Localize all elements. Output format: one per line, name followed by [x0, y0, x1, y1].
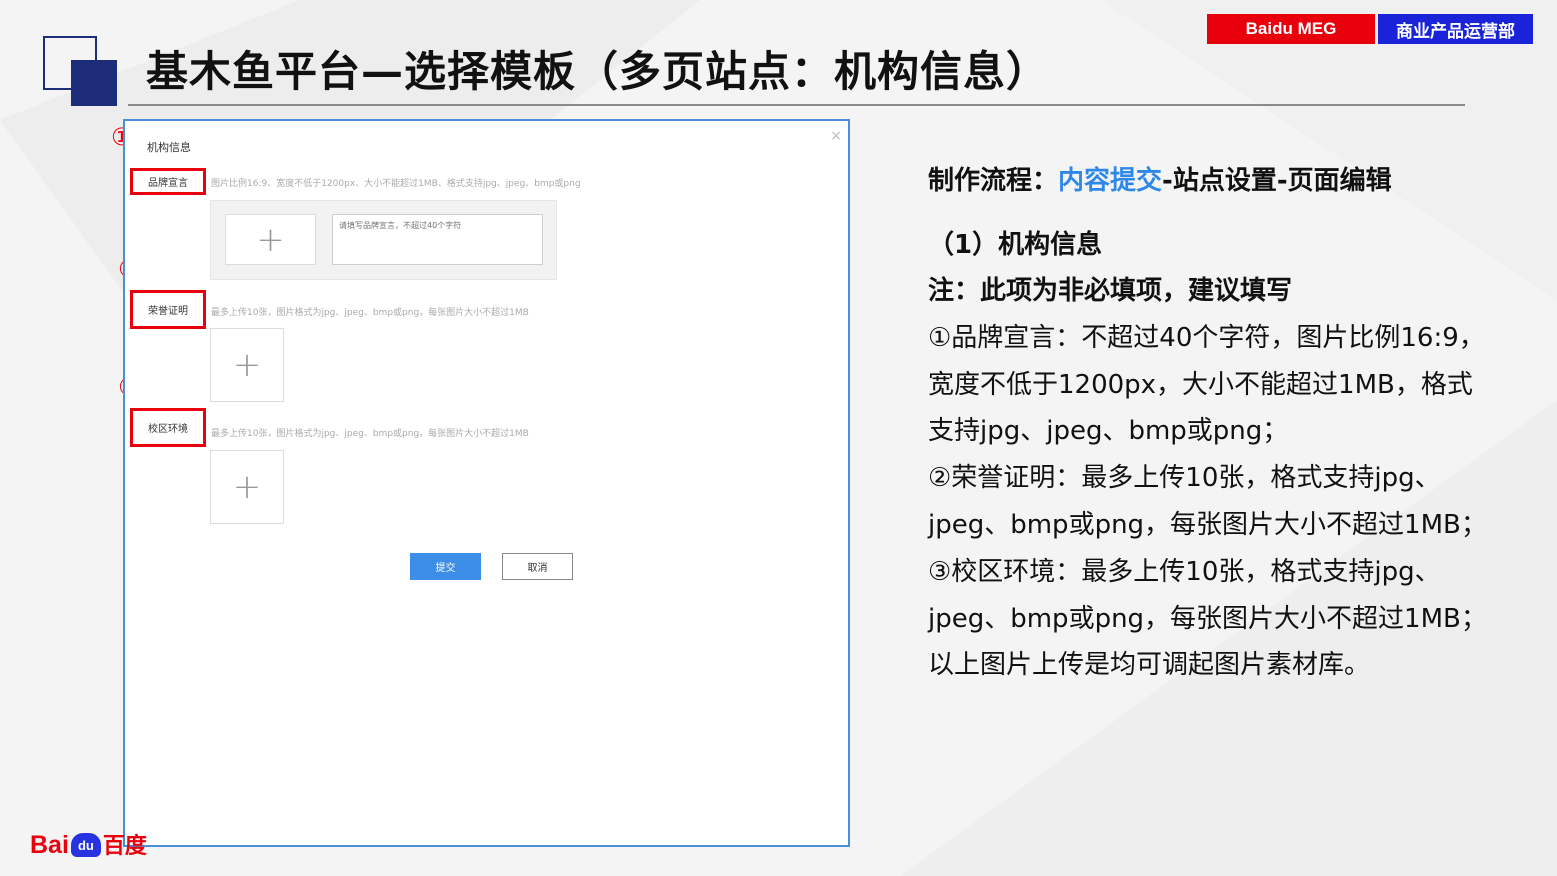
submit-button[interactable]: 提交: [410, 553, 481, 580]
brand-slogan-panel: +: [210, 200, 557, 280]
note-line: jpeg、bmp或png，每张图片大小不超过1MB；: [928, 510, 1487, 540]
baidu-meg-badge: Baidu MEG: [1207, 14, 1375, 44]
institution-info-dialog: 机构信息 × 品牌宣言 图片比例16:9、宽度不低于1200px、大小不能超过1…: [123, 119, 850, 847]
baidu-logo: Bai du 百度: [30, 820, 147, 860]
logo-chinese: 百度: [102, 833, 147, 858]
logo-latin: Bai: [30, 831, 69, 859]
process-steps: 制作流程：内容提交-站点设置-页面编辑: [928, 160, 1392, 197]
honor-certificate-label: 荣誉证明: [130, 290, 206, 329]
title-divider: [128, 104, 1465, 106]
honor-certificate-hint: 最多上传10张，图片格式为jpg、jpeg、bmp或png，每张图片大小不超过1…: [211, 308, 529, 318]
cancel-button[interactable]: 取消: [502, 553, 573, 580]
process-current-step: 内容提交: [1058, 166, 1163, 196]
brand-slogan-hint: 图片比例16:9、宽度不低于1200px、大小不能超过1MB、格式支持jpg、j…: [211, 179, 581, 189]
title-decoration-fill: [71, 60, 117, 106]
note-line: ②荣誉证明：最多上传10张，格式支持jpg、: [928, 463, 1441, 493]
note-line: 以上图片上传是均可调起图片素材库。: [928, 650, 1371, 680]
honor-certificate-upload[interactable]: +: [210, 328, 284, 402]
campus-environment-hint: 最多上传10张，图片格式为jpg、jpeg、bmp或png，每张图片大小不超过1…: [211, 429, 529, 439]
process-prefix: 制作流程：: [928, 166, 1059, 196]
plus-icon: +: [256, 219, 285, 260]
department-badge: 商业产品运营部: [1378, 14, 1533, 44]
note-line: ③校区环境：最多上传10张，格式支持jpg、: [928, 557, 1441, 587]
note-line: jpeg、bmp或png，每张图片大小不超过1MB；: [928, 604, 1487, 634]
note-line: 支持jpg、jpeg、bmp或png；: [928, 416, 1289, 446]
brand-slogan-input[interactable]: [332, 214, 543, 265]
note-line: ①品牌宣言：不超过40个字符，图片比例16:9，: [928, 323, 1485, 353]
campus-environment-upload[interactable]: +: [210, 450, 284, 524]
campus-environment-label: 校区环境: [130, 408, 206, 447]
page-title: 基木鱼平台—选择模板（多页站点：机构信息）: [146, 47, 1050, 96]
note-line: 宽度不低于1200px，大小不能超过1MB，格式: [928, 370, 1473, 400]
brand-image-upload[interactable]: +: [225, 214, 316, 265]
plus-icon: +: [232, 345, 262, 385]
optional-note: 注：此项为非必填项，建议填写: [928, 276, 1293, 306]
brand-slogan-label: 品牌宣言: [130, 168, 206, 195]
close-icon[interactable]: ×: [830, 129, 842, 143]
plus-icon: +: [232, 467, 262, 507]
dialog-title: 机构信息: [147, 141, 191, 154]
paw-icon: du: [70, 833, 101, 857]
section-title: （1）机构信息: [928, 230, 1103, 260]
process-suffix: -站点设置-页面编辑: [1162, 166, 1392, 196]
